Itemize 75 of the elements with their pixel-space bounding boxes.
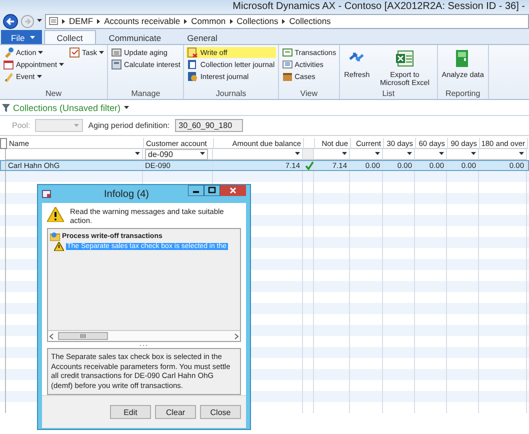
chevron-icon	[230, 18, 233, 24]
warning-icon	[47, 207, 64, 222]
ribbon-icon	[282, 47, 293, 58]
caret-icon[interactable]	[124, 106, 129, 110]
dropdown-arrow-icon[interactable]	[342, 152, 347, 156]
ribbon-icon	[3, 59, 14, 70]
dropdown-arrow-icon[interactable]	[519, 152, 524, 156]
caret-icon	[30, 36, 35, 40]
ribbon-icon	[3, 47, 14, 58]
window-title: Microsoft Dynamics AX - Contoso [AX2012R2A: Session ID - 36] -	[232, 1, 525, 12]
dialog-title: Infolog (4)	[102, 188, 150, 200]
breadcrumb-item[interactable]: Collections	[236, 16, 278, 26]
scroll-left-icon[interactable]	[48, 332, 56, 340]
file-menu-button[interactable]: File	[1, 30, 42, 44]
scroll-right-icon[interactable]	[232, 332, 240, 340]
caret-icon	[37, 19, 42, 23]
maximize-icon[interactable]	[204, 185, 220, 196]
ribbon-icon	[187, 47, 198, 58]
ribbon-icon	[395, 49, 414, 68]
breadcrumb-item[interactable]: Collections	[289, 16, 331, 26]
dropdown-arrow-icon[interactable]	[407, 152, 412, 156]
select-all-checkbox[interactable]	[0, 138, 7, 149]
dropdown-arrow-icon[interactable]	[135, 152, 140, 156]
back-icon[interactable]	[3, 14, 18, 28]
caret-icon	[58, 62, 64, 66]
ribbon-icon	[187, 59, 198, 70]
ribbon-icon	[3, 71, 14, 82]
breadcrumb-item[interactable]: DEMF	[69, 16, 94, 26]
ribbon-tab[interactable]: Collect	[44, 30, 96, 44]
ribbon-tab[interactable]: Communicate	[96, 30, 174, 44]
group-label: View	[299, 89, 318, 99]
dialog-button[interactable]: Close	[200, 405, 241, 419]
chevron-icon	[184, 18, 188, 24]
field-label: Pool:	[12, 121, 30, 130]
caret-icon	[74, 124, 80, 128]
caret-icon	[38, 50, 44, 54]
chevron-icon	[282, 18, 286, 24]
ribbon-icon	[111, 47, 122, 58]
group-label: Reporting	[444, 89, 482, 99]
ribbon-icon	[68, 47, 80, 58]
ribbon-icon	[282, 71, 293, 82]
dropdown-arrow-icon[interactable]	[471, 152, 476, 156]
dropdown-arrow-icon[interactable]	[375, 152, 380, 156]
minimize-icon[interactable]	[188, 185, 204, 196]
dialog-button[interactable]: Edit	[110, 405, 151, 419]
breadcrumb-item[interactable]: Common	[191, 16, 226, 26]
filter-icon	[2, 104, 10, 112]
input-field[interactable]: 30_60_90_180	[174, 119, 243, 132]
breadcrumb-item[interactable]: Accounts receivable	[104, 16, 180, 26]
app-icon	[42, 190, 51, 198]
ribbon-tab[interactable]: General	[174, 30, 230, 44]
dropdown-arrow-icon[interactable]	[439, 152, 444, 156]
filter-field[interactable]: de-090	[145, 148, 208, 160]
ribbon-icon	[282, 59, 293, 70]
caret-icon	[200, 152, 205, 156]
chevron-icon	[97, 18, 100, 24]
field-label: Aging period definition:	[88, 121, 170, 130]
warning-icon	[54, 242, 64, 250]
group-label: List	[381, 89, 396, 99]
dialog-button[interactable]: Clear	[155, 405, 196, 419]
chevron-icon	[62, 18, 65, 24]
filter-title: Collections (Unsaved filter)	[13, 103, 121, 113]
group-label: Manage	[130, 89, 162, 99]
group-label: New	[44, 89, 62, 99]
caret-icon	[36, 74, 42, 78]
info-folder-icon	[50, 232, 60, 240]
scrollbar-thumb[interactable]	[58, 332, 108, 340]
splitter-icon[interactable]	[139, 344, 149, 346]
group-label: Journals	[214, 89, 248, 99]
ribbon-icon	[111, 59, 122, 70]
dropdown-arrow-icon[interactable]	[295, 152, 300, 156]
page-icon	[49, 17, 58, 25]
close-icon[interactable]	[220, 185, 246, 196]
caret-icon	[99, 50, 104, 54]
ribbon-icon	[187, 71, 198, 82]
